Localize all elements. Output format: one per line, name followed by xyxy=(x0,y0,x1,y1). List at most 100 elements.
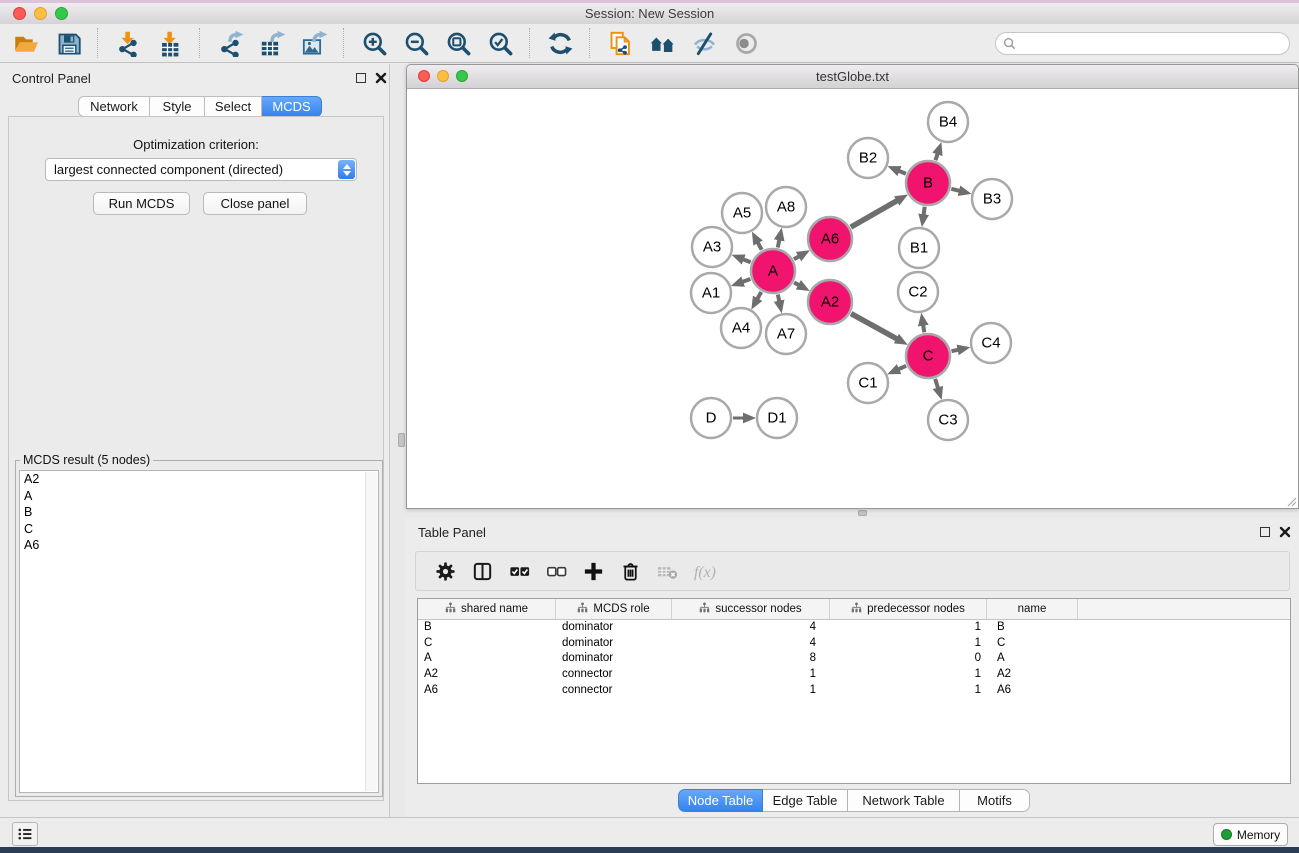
graph-node-C[interactable]: C xyxy=(906,334,950,378)
save-session-button[interactable] xyxy=(49,26,87,60)
graph-node-A4[interactable]: A4 xyxy=(721,308,761,348)
import-network-button[interactable] xyxy=(109,26,147,60)
tab-network[interactable]: Network xyxy=(78,96,150,117)
tab-select[interactable]: Select xyxy=(205,96,262,117)
tab-style[interactable]: Style xyxy=(150,96,205,117)
zoom-fit-button[interactable] xyxy=(439,26,477,60)
graph-node-C3[interactable]: C3 xyxy=(928,400,968,440)
table-cell[interactable]: A xyxy=(418,651,556,667)
close-panel-icon[interactable] xyxy=(375,72,387,84)
graph-node-D[interactable]: D xyxy=(691,398,731,438)
graph-node-A3[interactable]: A3 xyxy=(692,227,732,267)
table-cell[interactable]: 1 xyxy=(672,667,830,683)
network-canvas[interactable]: AA1A2A3A4A5A6A7A8BB1B2B3B4CC1C2C3C4DD1 xyxy=(407,89,1298,508)
table-cell[interactable]: 4 xyxy=(672,620,830,636)
tab-node-table[interactable]: Node Table xyxy=(678,789,763,812)
table-cell[interactable]: A2 xyxy=(418,667,556,683)
refresh-button[interactable] xyxy=(541,26,579,60)
graph-edge-B-B4[interactable] xyxy=(935,153,937,160)
table-cell[interactable]: C xyxy=(418,636,556,652)
graph-edge-A-A5[interactable] xyxy=(758,242,762,250)
graph-edge-C-C4[interactable] xyxy=(952,350,959,351)
mcds-result-item[interactable]: B xyxy=(20,504,378,521)
table-cell[interactable]: connector xyxy=(556,667,672,683)
add-column-button[interactable] xyxy=(578,556,608,586)
tab-mcds[interactable]: MCDS xyxy=(262,96,322,117)
mcds-result-list[interactable]: A2ABCA6 xyxy=(19,470,379,793)
criterion-select[interactable]: largest connected component (directed) xyxy=(45,158,357,181)
graph-node-A6[interactable]: A6 xyxy=(808,217,852,261)
tab-motifs[interactable]: Motifs xyxy=(960,789,1030,812)
deselect-all-button[interactable] xyxy=(541,556,571,586)
graph-edge-A-A1[interactable] xyxy=(742,279,750,282)
open-session-button[interactable] xyxy=(7,26,45,60)
graph-edge-A-A4[interactable] xyxy=(757,292,761,299)
network-view-window[interactable]: testGlobe.txt AA1A2A3A4A5A6A7A8BB1B2B3B4… xyxy=(406,64,1299,509)
close-panel-button[interactable]: Close panel xyxy=(203,192,307,215)
column-header-MCDS-role[interactable]: MCDS role xyxy=(556,599,672,619)
table-cell[interactable]: B xyxy=(987,620,1078,636)
graph-node-B1[interactable]: B1 xyxy=(899,228,939,268)
graph-edge-A-A8[interactable] xyxy=(778,239,780,247)
graph-node-B4[interactable]: B4 xyxy=(928,102,968,142)
column-header-shared-name[interactable]: shared name xyxy=(418,599,556,619)
graph-edge-C-C1[interactable] xyxy=(898,366,906,370)
import-table-button[interactable] xyxy=(151,26,189,60)
column-header-name[interactable]: name xyxy=(987,599,1078,619)
table-cell[interactable]: 0 xyxy=(830,651,987,667)
table-cell[interactable]: C xyxy=(987,636,1078,652)
desktop-horizontal-scrollbar[interactable] xyxy=(858,510,867,516)
graph-edge-C-C2[interactable] xyxy=(923,325,924,333)
column-header-successor-nodes[interactable]: successor nodes xyxy=(672,599,830,619)
export-image-button[interactable] xyxy=(295,26,333,60)
graph-node-C2[interactable]: C2 xyxy=(898,272,938,312)
graph-node-B[interactable]: B xyxy=(906,161,950,205)
graph-edge-A6-B[interactable] xyxy=(851,200,898,227)
first-neighbors-button[interactable] xyxy=(643,26,681,60)
zoom-out-button[interactable] xyxy=(397,26,435,60)
window-resize-grip[interactable] xyxy=(1285,495,1297,507)
table-cell[interactable]: 8 xyxy=(672,651,830,667)
export-table-button[interactable] xyxy=(253,26,291,60)
float-panel-icon[interactable] xyxy=(356,73,366,83)
table-close-icon[interactable] xyxy=(1279,526,1291,538)
table-row[interactable]: A2connector11A2 xyxy=(418,667,1290,683)
table-float-icon[interactable] xyxy=(1260,527,1270,537)
table-cell[interactable]: dominator xyxy=(556,636,672,652)
table-row[interactable]: A6connector11A6 xyxy=(418,683,1290,699)
table-cell[interactable]: A xyxy=(987,651,1078,667)
graph-edge-B-B2[interactable] xyxy=(898,171,905,174)
table-cell[interactable]: dominator xyxy=(556,651,672,667)
select-all-button[interactable] xyxy=(504,556,534,586)
table-cell[interactable]: connector xyxy=(556,683,672,699)
table-row[interactable]: Adominator80A xyxy=(418,651,1290,667)
memory-button[interactable]: Memory xyxy=(1213,823,1288,846)
graph-node-D1[interactable]: D1 xyxy=(757,398,797,438)
graph-node-B3[interactable]: B3 xyxy=(972,179,1012,219)
zoom-in-button[interactable] xyxy=(355,26,393,60)
graph-edge-B-B1[interactable] xyxy=(924,207,925,216)
desktop-vertical-scrollbar[interactable] xyxy=(398,433,405,447)
graph-node-A5[interactable]: A5 xyxy=(722,193,762,233)
delete-column-button[interactable] xyxy=(615,556,645,586)
table-row[interactable]: Cdominator41C xyxy=(418,636,1290,652)
graph-edge-A-A7[interactable] xyxy=(778,295,779,302)
show-columns-button[interactable] xyxy=(467,556,497,586)
table-cell[interactable]: A6 xyxy=(987,683,1078,699)
graph-edge-A2-C[interactable] xyxy=(851,314,897,340)
table-cell[interactable]: A2 xyxy=(987,667,1078,683)
graph-node-A2[interactable]: A2 xyxy=(808,280,852,324)
table-cell[interactable]: 1 xyxy=(830,667,987,683)
mcds-result-item[interactable]: C xyxy=(20,521,378,538)
graph-node-C1[interactable]: C1 xyxy=(848,363,888,403)
graph-edge-A-A3[interactable] xyxy=(743,259,751,262)
table-options-button[interactable] xyxy=(430,556,460,586)
search-input[interactable] xyxy=(995,32,1290,55)
graph-node-A8[interactable]: A8 xyxy=(766,187,806,227)
task-history-button[interactable] xyxy=(12,822,38,846)
graph-node-A7[interactable]: A7 xyxy=(766,314,806,354)
zoom-selected-button[interactable] xyxy=(481,26,519,60)
list-scrollbar[interactable] xyxy=(365,472,377,791)
graph-edge-A-A2[interactable] xyxy=(794,282,799,285)
table-cell[interactable]: dominator xyxy=(556,620,672,636)
